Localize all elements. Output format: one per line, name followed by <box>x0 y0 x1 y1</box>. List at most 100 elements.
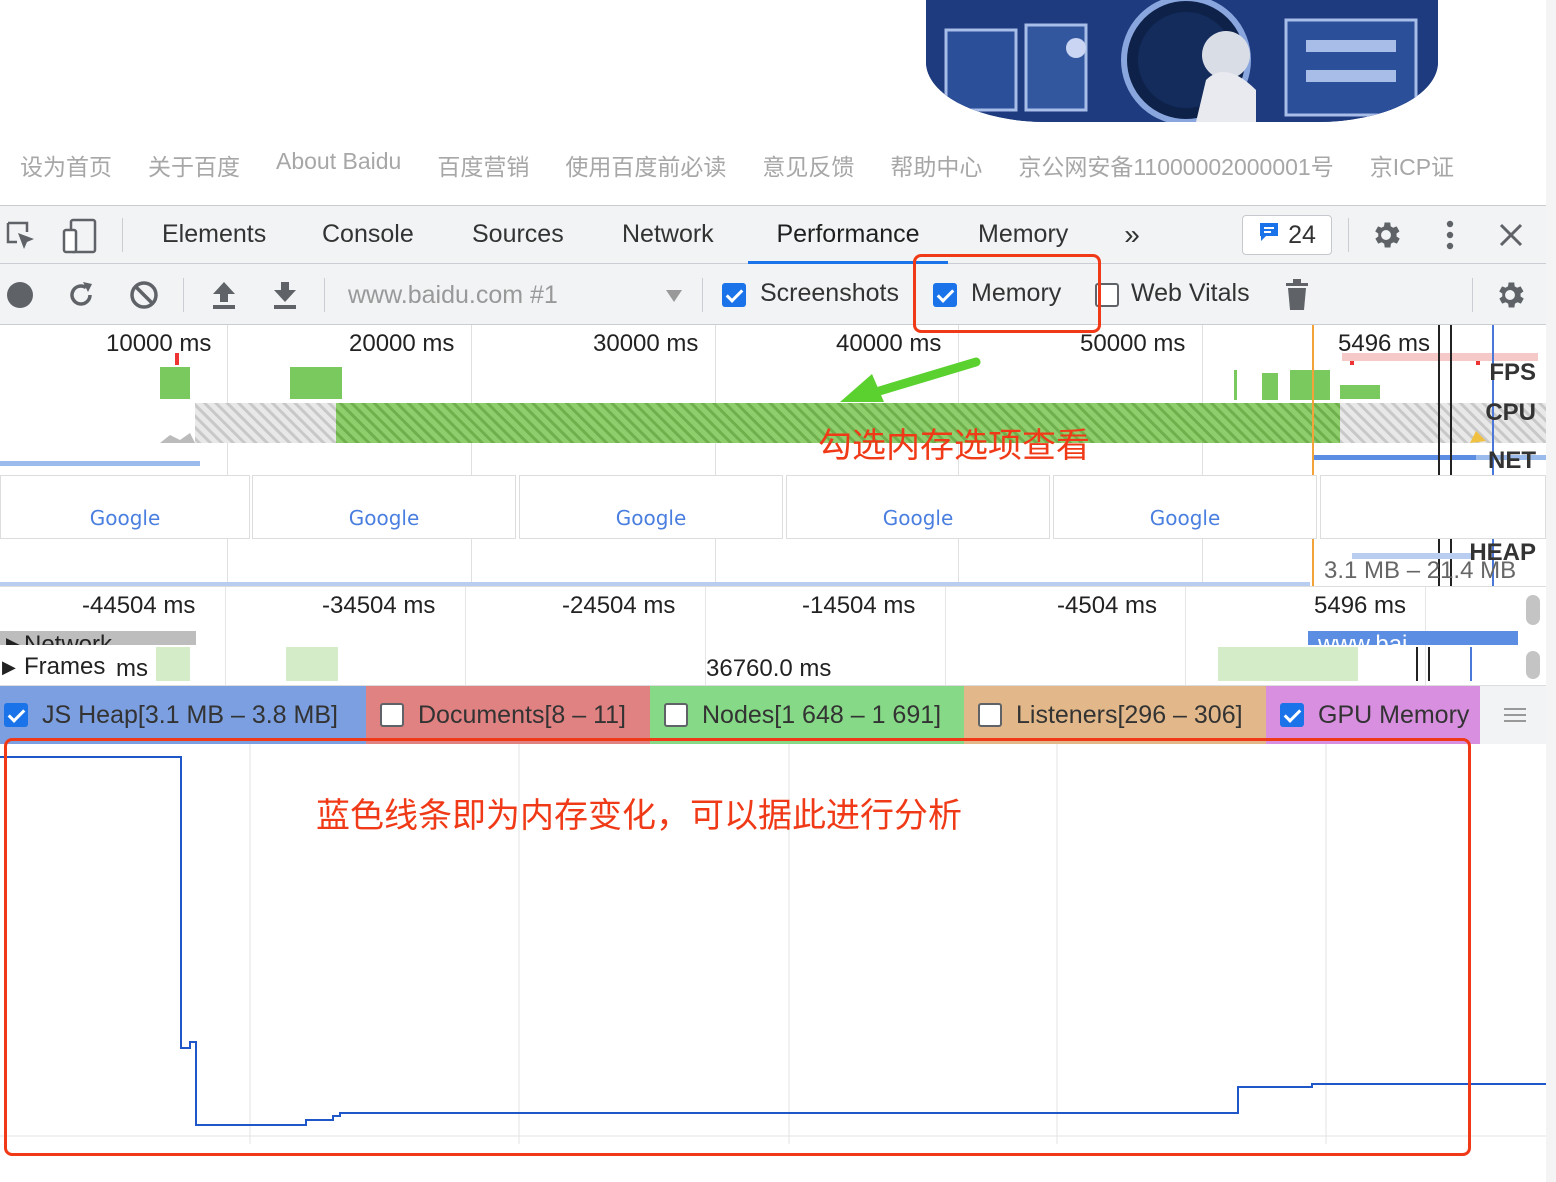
screenshot-thumbnail[interactable]: Google <box>786 475 1050 539</box>
js-heap-checkbox[interactable] <box>4 703 28 727</box>
expand-arrow-icon: ▶ <box>2 657 16 677</box>
screenshots-checkbox[interactable] <box>722 283 746 307</box>
footer-link[interactable]: 京公网安备11000002000001号 <box>1018 148 1333 182</box>
network-request-bar[interactable]: www.bai <box>1308 631 1518 645</box>
selection-marker <box>1438 325 1440 586</box>
net-track-label: NET <box>1488 447 1536 474</box>
footer-link[interactable]: 关于百度 <box>148 148 240 182</box>
nodes-checkbox[interactable] <box>664 703 688 727</box>
timeline-tick: -44504 ms <box>82 592 196 619</box>
frame-duration: 36760.0 ms <box>706 655 832 682</box>
vertical-scrollbar-thumb[interactable] <box>1526 651 1540 679</box>
device-toolbar-icon[interactable] <box>60 218 100 254</box>
counter-label: GPU Memory <box>1318 700 1470 729</box>
record-icon[interactable] <box>5 280 35 310</box>
documents-checkbox[interactable] <box>380 703 404 727</box>
page-scrollbar[interactable] <box>1546 0 1556 1182</box>
screenshot-thumbnail[interactable]: Google <box>252 475 516 539</box>
settings-gear-icon[interactable] <box>1368 217 1404 253</box>
chevron-double-right-icon[interactable]: » <box>1118 219 1146 250</box>
counter-nodes[interactable]: Nodes[1 648 – 1 691] <box>650 686 964 744</box>
fps-warning-mark <box>175 353 179 365</box>
frames-row-label: Frames <box>24 653 106 680</box>
footer-links: 设为首页 关于百度 About Baidu 百度营销 使用百度前必读 意见反馈 … <box>20 148 1490 182</box>
overview-tracks <box>0 325 1546 586</box>
toolbar-divider <box>122 218 123 252</box>
fps-track <box>160 367 1380 400</box>
recording-target-value: www.baidu.com #1 <box>348 281 558 309</box>
heap-strip <box>0 582 1310 586</box>
dropdown-arrow-icon <box>666 290 682 302</box>
toolbar-divider <box>183 278 184 312</box>
timeline-tick: -14504 ms <box>802 592 916 619</box>
google-logo: Google <box>348 506 420 530</box>
footer-link[interactable]: About Baidu <box>276 148 401 182</box>
google-logo: Google <box>615 506 687 530</box>
cpu-idle-region <box>195 403 340 443</box>
timeline-tick: -4504 ms <box>1057 592 1158 619</box>
footer-link[interactable]: 使用百度前必读 <box>565 148 726 182</box>
counter-gpu-memory[interactable]: GPU Memory <box>1266 686 1480 744</box>
memory-counters-bar: JS Heap[3.1 MB – 3.8 MB] Documents[8 – 1… <box>0 686 1546 744</box>
fps-track-label: FPS <box>1489 359 1536 386</box>
screenshot-thumbnail[interactable] <box>1320 475 1546 539</box>
timeline-tick: -24504 ms <box>562 592 676 619</box>
baidu-doodle-logo[interactable] <box>926 0 1438 122</box>
download-icon[interactable] <box>268 278 302 312</box>
toolbar-divider <box>324 278 325 312</box>
green-arrow-icon <box>840 357 981 402</box>
graph-hint-annotation: 蓝色线条即为内存变化，可以据此进行分析 <box>316 797 962 835</box>
screenshot-thumbnail[interactable]: Google <box>1053 475 1317 539</box>
screenshot-thumbnail[interactable]: Google <box>0 475 250 539</box>
vertical-scrollbar-thumb[interactable] <box>1526 595 1540 625</box>
tab-network[interactable]: Network <box>622 206 714 264</box>
listeners-checkbox[interactable] <box>978 703 1002 727</box>
timeline-tick: 5496 ms <box>1314 592 1407 619</box>
trash-icon[interactable] <box>1282 278 1312 312</box>
footer-link[interactable]: 设为首页 <box>20 148 112 182</box>
network-request-url: www.bai <box>1318 631 1408 646</box>
frames-row-unit: ms <box>116 655 148 682</box>
network-row[interactable]: ▶ Network <box>0 631 196 645</box>
timeline-tick: -34504 ms <box>322 592 436 619</box>
resize-handle-icon[interactable] <box>1504 706 1526 724</box>
cpu-track-label: CPU <box>1485 399 1536 426</box>
timeline-flamechart[interactable]: -44504 ms -34504 ms -24504 ms -14504 ms … <box>0 587 1546 686</box>
web-vitals-label[interactable]: Web Vitals <box>1131 279 1250 308</box>
message-icon <box>1258 221 1280 250</box>
inspect-element-icon[interactable] <box>4 219 38 253</box>
toolbar-divider <box>1348 218 1349 252</box>
close-icon[interactable] <box>1494 218 1528 252</box>
counter-label: Nodes[1 648 – 1 691] <box>702 700 942 729</box>
footer-link[interactable]: 京ICP证 <box>1370 148 1454 182</box>
tab-console[interactable]: Console <box>322 206 414 264</box>
tab-elements[interactable]: Elements <box>162 206 266 264</box>
kebab-menu-icon[interactable] <box>1436 217 1464 253</box>
screenshot-thumbnail[interactable]: Google <box>519 475 783 539</box>
recording-target-select[interactable]: www.baidu.com #1 <box>340 278 690 312</box>
google-logo: Google <box>89 506 161 530</box>
upload-icon[interactable] <box>207 278 241 312</box>
footer-link[interactable]: 意见反馈 <box>762 148 854 182</box>
gpu-memory-checkbox[interactable] <box>1280 703 1304 727</box>
clear-icon[interactable] <box>127 278 161 312</box>
toolbar-divider <box>702 278 703 312</box>
tab-sources[interactable]: Sources <box>472 206 564 264</box>
baidu-homepage: 设为首页 关于百度 About Baidu 百度营销 使用百度前必读 意见反馈 … <box>0 0 1546 205</box>
capture-settings-gear-icon[interactable] <box>1492 277 1528 313</box>
screenshots-label[interactable]: Screenshots <box>760 279 899 308</box>
expand-arrow-icon: ▶ <box>6 634 22 645</box>
performance-toolbar: www.baidu.com #1 Screenshots Memory Web … <box>0 264 1546 325</box>
reload-record-icon[interactable] <box>64 278 98 312</box>
footer-link[interactable]: 帮助中心 <box>890 148 982 182</box>
devtools-tabbar: Elements Console Sources Network Perform… <box>0 206 1546 264</box>
counter-label: Documents[8 – 11] <box>418 700 626 729</box>
issues-button[interactable]: 24 <box>1242 215 1332 255</box>
timeline-overview[interactable]: 10000 ms 20000 ms 30000 ms 40000 ms 5000… <box>0 325 1546 587</box>
counter-listeners[interactable]: Listeners[296 – 306] <box>964 686 1266 744</box>
counter-documents[interactable]: Documents[8 – 11] <box>366 686 650 744</box>
footer-link[interactable]: 百度营销 <box>437 148 529 182</box>
toolbar-divider <box>1472 278 1473 312</box>
counter-js-heap[interactable]: JS Heap[3.1 MB – 3.8 MB] <box>0 686 366 744</box>
google-logo: Google <box>1149 506 1221 530</box>
